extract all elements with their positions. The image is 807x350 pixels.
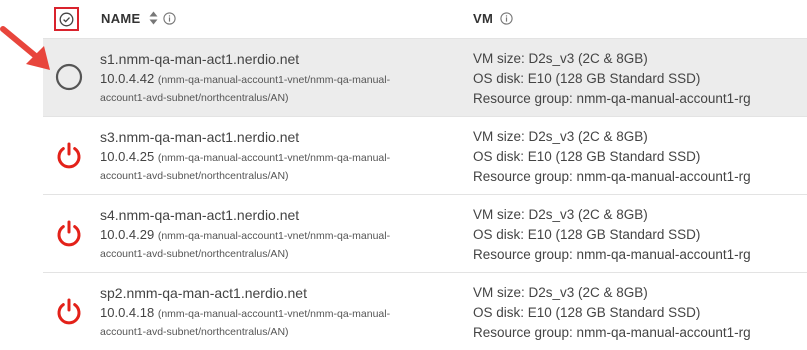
host-name: s1.nmm-qa-man-act1.nerdio.net — [100, 51, 300, 67]
table-row[interactable]: sp2.nmm-qa-man-act1.nerdio.net 10.0.4.18… — [43, 272, 807, 350]
resource-group: Resource group: nmm-qa-manual-account1-r… — [473, 325, 751, 340]
power-icon[interactable] — [55, 297, 83, 325]
name-column-header[interactable]: NAME — [101, 11, 140, 26]
os-disk: OS disk: E10 (128 GB Standard SSD) — [473, 149, 701, 164]
power-icon[interactable] — [55, 219, 83, 247]
resource-group: Resource group: nmm-qa-manual-account1-r… — [473, 169, 751, 184]
network-path: (nmm-qa-manual-account1-vnet/nmm-qa-manu… — [157, 308, 391, 320]
host-name: s3.nmm-qa-man-act1.nerdio.net — [100, 129, 300, 145]
network-path-cont: account1-avd-subnet/northcentralus/AN) — [100, 248, 289, 260]
network-path: (nmm-qa-manual-account1-vnet/nmm-qa-manu… — [157, 152, 391, 164]
network-path-cont: account1-avd-subnet/northcentralus/AN) — [100, 92, 289, 104]
table-header: NAME VM — [0, 0, 807, 38]
ip-value: 10.0.4.25 — [100, 149, 155, 164]
vm-size: VM size: D2s_v3 (2C & 8GB) — [473, 51, 648, 66]
host-name: s4.nmm-qa-man-act1.nerdio.net — [100, 207, 300, 223]
vm-size: VM size: D2s_v3 (2C & 8GB) — [473, 207, 648, 222]
vm-size: VM size: D2s_v3 (2C & 8GB) — [473, 285, 648, 300]
resource-group: Resource group: nmm-qa-manual-account1-r… — [473, 247, 751, 262]
ip-address: 10.0.4.18 (nmm-qa-manual-account1-vnet/n… — [100, 305, 390, 320]
host-name: sp2.nmm-qa-man-act1.nerdio.net — [100, 285, 307, 301]
info-icon[interactable] — [500, 12, 513, 25]
sort-icon[interactable] — [149, 11, 158, 25]
resource-group: Resource group: nmm-qa-manual-account1-r… — [473, 91, 751, 106]
network-path: (nmm-qa-manual-account1-vnet/nmm-qa-manu… — [157, 230, 391, 242]
vm-size: VM size: D2s_v3 (2C & 8GB) — [473, 129, 648, 144]
ip-value: 10.0.4.29 — [100, 227, 155, 242]
power-icon[interactable] — [55, 141, 83, 169]
ip-address: 10.0.4.29 (nmm-qa-manual-account1-vnet/n… — [100, 227, 390, 242]
annotation-arrow-icon — [0, 26, 50, 70]
table-row[interactable]: s3.nmm-qa-man-act1.nerdio.net 10.0.4.25 … — [43, 116, 807, 194]
network-path-cont: account1-avd-subnet/northcentralus/AN) — [100, 170, 289, 182]
os-disk: OS disk: E10 (128 GB Standard SSD) — [473, 305, 701, 320]
table-row[interactable]: s4.nmm-qa-man-act1.nerdio.net 10.0.4.29 … — [43, 194, 807, 272]
check-circle-icon — [59, 12, 74, 26]
table-row[interactable]: s1.nmm-qa-man-act1.nerdio.net 10.0.4.42 … — [43, 38, 807, 116]
ip-value: 10.0.4.42 — [100, 71, 155, 86]
os-disk: OS disk: E10 (128 GB Standard SSD) — [473, 71, 701, 86]
info-icon[interactable] — [163, 12, 176, 25]
vm-column-header: VM — [473, 11, 494, 26]
network-path-cont: account1-avd-subnet/northcentralus/AN) — [100, 326, 289, 338]
ip-address: 10.0.4.42 (nmm-qa-manual-account1-vnet/n… — [100, 71, 390, 86]
ip-value: 10.0.4.18 — [100, 305, 155, 320]
network-path: (nmm-qa-manual-account1-vnet/nmm-qa-manu… — [157, 74, 391, 86]
ip-address: 10.0.4.25 (nmm-qa-manual-account1-vnet/n… — [100, 149, 390, 164]
os-disk: OS disk: E10 (128 GB Standard SSD) — [473, 227, 701, 242]
